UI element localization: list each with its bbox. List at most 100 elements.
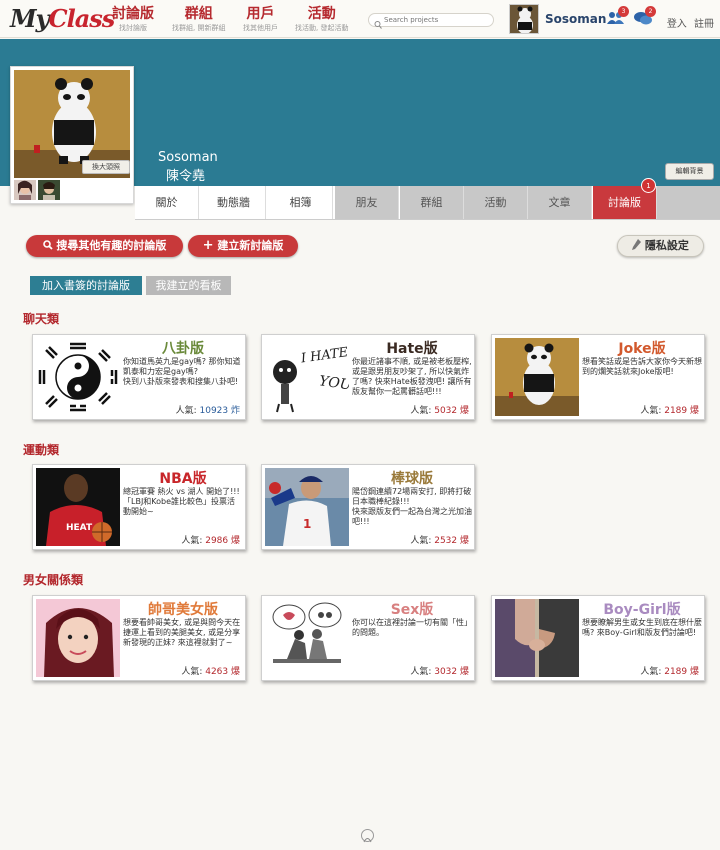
tab-friends[interactable]: 朋友 <box>335 186 399 219</box>
tab-bookmarked-boards[interactable]: 加入書簽的討論版 <box>30 276 142 295</box>
profile-picture[interactable]: 換大頭照 <box>14 70 130 178</box>
tab-groups[interactable]: 群組 <box>400 186 464 219</box>
tab-albums[interactable]: 相簿 <box>269 186 333 219</box>
board-popularity: 人氣: 2532 爆 <box>410 536 469 546</box>
register-link[interactable]: 註冊 <box>694 19 714 30</box>
tab-boards-label: 討論版 <box>608 196 641 209</box>
nav-boards[interactable]: 討論版 找討論版 <box>112 6 154 33</box>
board-sex-image <box>265 599 349 677</box>
pencil-icon <box>632 239 642 250</box>
board-description: 你知道馬英九是gay嗎? 那你知道凱泰和力宏是gay嗎? 快到八卦版來發表和搜集… <box>123 357 241 386</box>
tab-empty <box>657 186 720 219</box>
profile-picture-card: 換大頭照 <box>10 66 134 204</box>
board-description: 想要看帥哥美女, 或是與問今天在捷運上看到的美腿美女, 或是分享新發現的正妹? … <box>123 618 241 647</box>
nav-events[interactable]: 活動 找活動, 發起活動 <box>295 6 348 33</box>
edit-background-button[interactable]: 編輯背景 <box>665 163 714 180</box>
nav-groups-sub: 找群組, 開新群組 <box>172 24 226 32</box>
board-card[interactable]: Joke版 想看笑話或是告訴大家你今天新想到的爛笑話就來Joke版吧! 人氣: … <box>491 334 705 420</box>
messages[interactable]: 2 <box>634 6 656 26</box>
nav-boards-label: 討論版 <box>112 6 154 22</box>
board-nba-image: HEAT <box>36 468 120 546</box>
top-navbar: MyClass 討論版 找討論版 群組 找群組, 開新群組 用戶 找其他用戶 活… <box>0 0 720 38</box>
board-boygirl-image <box>495 599 579 677</box>
profile-thumbnail-1[interactable] <box>14 180 36 200</box>
user-avatar[interactable] <box>509 4 539 34</box>
board-title: 八卦版 <box>162 341 204 357</box>
nav-events-label: 活動 <box>307 6 336 22</box>
board-popularity: 人氣: 3032 爆 <box>410 667 469 677</box>
search-box[interactable] <box>368 13 494 29</box>
board-popularity: 人氣: 10923 炸 <box>175 406 240 416</box>
board-beauty-image <box>36 599 120 677</box>
board-gossip-image <box>36 338 120 416</box>
footer-logo-icon[interactable] <box>361 829 374 843</box>
nav-groups-label: 群組 <box>184 6 213 22</box>
tab-articles[interactable]: 文章 <box>528 186 592 219</box>
nav-boards-sub: 找討論版 <box>119 24 147 32</box>
tab-articles-label: 文章 <box>548 196 571 209</box>
board-title: Boy-Girl版 <box>603 602 681 618</box>
tab-boards[interactable]: 討論版 1 <box>593 178 657 219</box>
tab-groups-label: 群組 <box>420 196 443 209</box>
nav-users-sub: 找其他用戶 <box>243 24 278 32</box>
create-board-button[interactable]: + 建立新討論版 <box>188 235 298 257</box>
board-card[interactable]: I HATE YOU! Hate版 你最近諸事不順, 或是被老板壓榨, 或是跟男… <box>261 334 475 420</box>
auth-links: 登入 註冊 <box>663 15 714 30</box>
tab-about[interactable]: 關於 <box>135 186 199 219</box>
board-title: Hate版 <box>386 341 438 357</box>
search-boards-label: 搜尋其他有趣的討論版 <box>56 239 167 252</box>
username-link[interactable]: Sosoman <box>545 12 606 26</box>
board-description: 總冠軍賽 熱火 vs 湖人 開始了!!! 「LBJ和Kobe誰比較色」投票活動開… <box>123 487 240 516</box>
search-icon <box>42 240 53 250</box>
board-card[interactable]: 帥哥美女版 想要看帥哥美女, 或是與問今天在捷運上看到的美腿美女, 或是分享新發… <box>32 595 246 681</box>
board-popularity: 人氣: 2986 爆 <box>181 536 240 546</box>
board-card[interactable]: Sex版 你可以在這裡討論一切有關「性」的問題。 人氣: 3032 爆 <box>261 595 475 681</box>
board-card[interactable]: HEAT NBA版 總冠軍賽 熱火 vs 湖人 開始了!!! 「LBJ和Kobe… <box>32 464 246 550</box>
board-card[interactable]: Boy-Girl版 想要瞭解男生或女生到底在想什麼嗎? 來Boy-Girl和版友… <box>491 595 705 681</box>
login-link[interactable]: 登入 <box>667 19 687 30</box>
category-title: 運動類 <box>23 443 60 457</box>
privacy-settings-label: 隱私設定 <box>644 239 689 252</box>
tab-boards-badge: 1 <box>641 178 656 193</box>
tab-albums-label: 相簿 <box>289 196 312 209</box>
change-avatar-button[interactable]: 換大頭照 <box>82 160 130 174</box>
board-joke-image <box>495 338 579 416</box>
tab-events-label: 活動 <box>484 196 507 209</box>
profile-name-en: Sosoman <box>158 150 218 165</box>
svg-text:HEAT: HEAT <box>66 523 93 533</box>
nav-users[interactable]: 用戶 找其他用戶 <box>243 6 278 33</box>
nav-events-sub: 找活動, 發起活動 <box>295 24 349 32</box>
board-hate-image: I HATE YOU! <box>265 338 349 416</box>
board-card[interactable]: 1 棒球版 陽岱鋼連續72場兩安打, 即將打破日本職棒紀錄!!! 快來跟版友們一… <box>261 464 475 550</box>
board-title: NBA版 <box>159 471 207 487</box>
tab-about-label: 關於 <box>155 196 178 209</box>
profile-thumbnail-2[interactable] <box>38 180 60 200</box>
board-card[interactable]: 八卦版 你知道馬英九是gay嗎? 那你知道凱泰和力宏是gay嗎? 快到八卦版來發… <box>32 334 246 420</box>
search-boards-button[interactable]: 搜尋其他有趣的討論版 <box>26 235 183 257</box>
friend-requests[interactable]: 3 <box>607 6 629 26</box>
myclass-logo[interactable]: MyClass <box>10 4 115 33</box>
privacy-settings-button[interactable]: 隱私設定 <box>617 235 704 257</box>
search-icon <box>374 15 382 34</box>
board-description: 你可以在這裡討論一切有關「性」的問題。 <box>352 618 472 637</box>
tab-created-boards[interactable]: 我建立的看板 <box>146 276 231 295</box>
friend-badge: 3 <box>618 6 629 17</box>
board-description: 想看笑話或是告訴大家你今天新想到的爛笑話就來Joke版吧! <box>582 357 702 376</box>
search-input[interactable] <box>384 14 489 26</box>
svg-text:1: 1 <box>303 517 311 531</box>
board-popularity: 人氣: 2189 爆 <box>640 406 699 416</box>
category-title: 男女關係類 <box>23 573 84 587</box>
board-popularity: 人氣: 4263 爆 <box>181 667 240 677</box>
nav-users-label: 用戶 <box>246 6 275 22</box>
nav-groups[interactable]: 群組 找群組, 開新群組 <box>172 6 225 33</box>
category-title: 聊天類 <box>23 312 60 326</box>
board-description: 陽岱鋼連續72場兩安打, 即將打破日本職棒紀錄!!! 快來跟版友們一起為台灣之光… <box>352 487 472 526</box>
board-title: Joke版 <box>618 341 666 357</box>
board-baseball-image: 1 <box>265 468 349 546</box>
profile-tabs: 關於 動態牆 相簿 朋友 群組 活動 文章 討論版 1 <box>135 178 720 220</box>
create-board-label: 建立新討論版 <box>217 239 284 252</box>
board-title: 棒球版 <box>391 471 433 487</box>
tab-wall[interactable]: 動態牆 <box>202 186 266 219</box>
board-title: Sex版 <box>390 602 434 618</box>
tab-events[interactable]: 活動 <box>464 186 528 219</box>
